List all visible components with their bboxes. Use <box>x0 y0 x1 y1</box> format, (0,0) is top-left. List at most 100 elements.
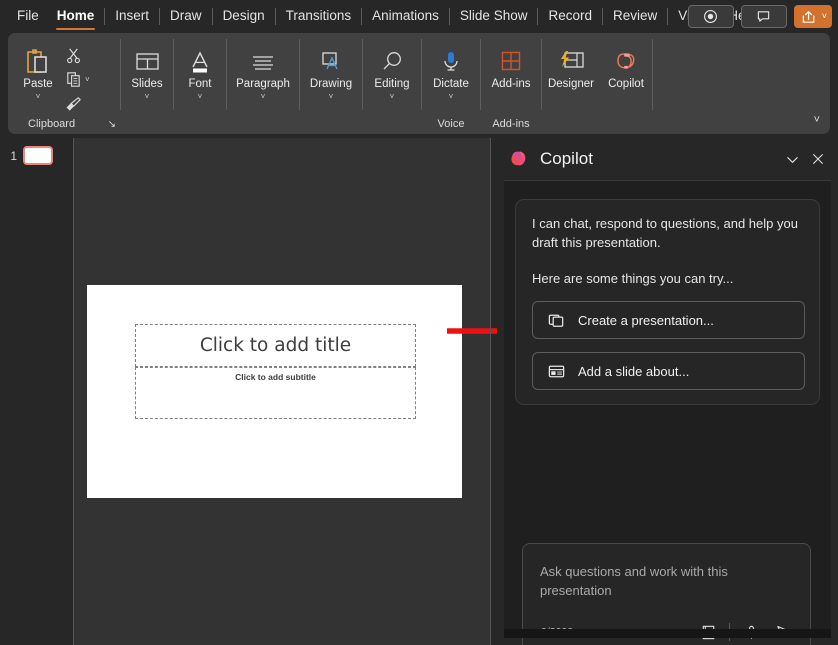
paragraph-button[interactable]: Paragraph ˅ <box>227 39 299 101</box>
copy-icon <box>67 72 80 87</box>
chevron-down-icon[interactable]: ˅ <box>85 76 90 84</box>
title-placeholder[interactable]: Click to add title <box>135 324 416 367</box>
record-button[interactable] <box>687 5 734 28</box>
tab-separator <box>537 8 539 25</box>
tab-separator <box>211 8 213 25</box>
thumbnail-preview[interactable] <box>23 146 53 165</box>
copilot-panel: Copilot I can chat, respond to questions… <box>497 138 838 645</box>
copilot-footer-strip <box>504 629 831 638</box>
subtitle-placeholder[interactable]: Click to add subtitle <box>135 367 416 419</box>
ribbon-group-drawing: Drawing ˅ <box>300 33 362 134</box>
format-painter-icon <box>66 97 81 111</box>
designer-button[interactable]: Designer <box>542 39 600 91</box>
drawing-button[interactable]: Drawing ˅ <box>300 39 362 101</box>
share-button[interactable]: ˅ <box>793 5 832 28</box>
copilot-collapse-button[interactable] <box>779 146 805 172</box>
format-painter-button[interactable] <box>64 92 90 115</box>
copilot-logo-icon <box>611 43 641 77</box>
clipboard-dialog-launcher[interactable]: ↘ <box>108 119 116 130</box>
copy-button[interactable]: ˅ <box>64 68 90 91</box>
ribbon-group-voice: Dictate ˅ Voice <box>422 33 480 134</box>
dictate-label: Dictate <box>433 78 469 90</box>
chevron-down-icon[interactable]: ˅ <box>36 93 41 101</box>
editing-button[interactable]: Editing ˅ <box>363 39 421 101</box>
tab-draw[interactable]: Draw <box>161 4 211 29</box>
slides-label: Slides <box>131 78 163 90</box>
font-button[interactable]: Font ˅ <box>174 39 226 101</box>
dictate-button[interactable]: Dictate ˅ <box>422 39 480 101</box>
tab-home[interactable]: Home <box>48 4 104 30</box>
ribbon-group-editing: Editing ˅ <box>363 33 421 134</box>
copilot-ribbon-button[interactable]: Copilot <box>600 39 652 91</box>
tab-slide-show[interactable]: Slide Show <box>451 4 537 29</box>
copilot-ribbon-label: Copilot <box>608 78 644 90</box>
chevron-down-icon[interactable]: ˅ <box>329 93 334 101</box>
tab-animations[interactable]: Animations <box>363 4 448 29</box>
slide-canvas-area: Click to add title Click to add subtitle <box>74 138 490 645</box>
tab-separator <box>667 8 669 25</box>
tab-transitions[interactable]: Transitions <box>277 4 361 29</box>
subtitle-placeholder-text: Click to add subtitle <box>235 372 316 382</box>
title-bar-buttons: ˅ <box>687 5 832 28</box>
paste-icon <box>22 43 54 77</box>
paragraph-label: Paragraph <box>236 78 290 90</box>
drawing-label: Drawing <box>309 78 353 90</box>
copilot-input-placeholder[interactable]: Ask questions and work with this present… <box>540 562 765 600</box>
comments-button[interactable] <box>740 5 787 28</box>
tab-review[interactable]: Review <box>604 4 666 29</box>
ribbon-group-paragraph: Paragraph ˅ <box>227 33 299 134</box>
stacked-slides-icon <box>548 314 564 327</box>
font-label: Font <box>188 78 212 90</box>
chevron-down-icon[interactable]: ˅ <box>390 93 395 101</box>
suggestion-label: Add a slide about... <box>578 363 690 379</box>
copilot-logo-icon <box>511 150 526 165</box>
powerpoint-window: File Home Insert Draw Design Transitions… <box>0 0 838 645</box>
thumbnail-number: 1 <box>10 148 17 163</box>
chevron-down-icon <box>786 156 798 163</box>
comment-bubble-icon <box>758 11 770 22</box>
title-placeholder-text: Click to add title <box>199 335 352 356</box>
designer-icon <box>555 43 587 77</box>
group-label-addins: Add-ins <box>492 118 530 130</box>
copilot-message-line1: I can chat, respond to questions, and he… <box>532 216 798 250</box>
copilot-header: Copilot <box>497 138 838 180</box>
paste-button[interactable]: Paste ˅ <box>12 39 64 101</box>
addins-button[interactable]: Add-ins <box>481 39 541 91</box>
chevron-down-icon[interactable]: ˅ <box>198 93 203 101</box>
microphone-icon <box>436 43 466 77</box>
tab-design[interactable]: Design <box>214 4 274 29</box>
search-magnifier-icon <box>377 43 407 77</box>
tab-separator <box>361 8 363 25</box>
drawing-shapes-icon <box>316 43 346 77</box>
tab-record[interactable]: Record <box>539 4 601 29</box>
copilot-message-scroll: I can chat, respond to questions, and he… <box>504 181 831 601</box>
chevron-down-icon[interactable]: ˅ <box>449 93 454 101</box>
paste-label: Paste <box>23 78 53 90</box>
share-chevron-icon: ˅ <box>821 11 827 21</box>
share-icon <box>802 10 815 23</box>
chevron-down-icon[interactable]: ˅ <box>261 93 266 101</box>
ribbon-collapse-button[interactable]: ˅ <box>814 114 820 126</box>
clipboard-small-buttons: ˅ <box>64 39 90 115</box>
ribbon: Paste ˅ ˅ Clipboard ↘ Slides ˅ Font ˅ Pa… <box>8 33 830 134</box>
suggestion-create-presentation[interactable]: Create a presentation... <box>532 301 805 339</box>
slide-editor[interactable]: Click to add title Click to add subtitle <box>87 285 462 498</box>
editing-label: Editing <box>374 78 410 90</box>
ribbon-group-slides: Slides ˅ <box>121 33 173 134</box>
tab-insert[interactable]: Insert <box>106 4 158 29</box>
cut-button[interactable] <box>64 44 90 67</box>
copilot-close-button[interactable] <box>805 146 831 172</box>
slides-button[interactable]: Slides ˅ <box>121 39 173 101</box>
tab-separator <box>274 8 276 25</box>
copilot-message-line2: Here are some things you can try... <box>532 271 734 286</box>
thumbnail-item[interactable]: 1 <box>0 138 73 165</box>
paragraph-lines-icon <box>248 43 278 77</box>
tab-file[interactable]: File <box>8 4 48 29</box>
slide-layout-icon <box>548 365 565 377</box>
ribbon-group-clipboard: Paste ˅ ˅ Clipboard ↘ <box>12 33 120 134</box>
group-label-voice: Voice <box>437 118 465 130</box>
ribbon-group-addins: Add-ins Add-ins <box>481 33 541 134</box>
chevron-down-icon[interactable]: ˅ <box>145 93 150 101</box>
addins-label: Add-ins <box>491 78 531 90</box>
suggestion-add-slide[interactable]: Add a slide about... <box>532 352 805 390</box>
